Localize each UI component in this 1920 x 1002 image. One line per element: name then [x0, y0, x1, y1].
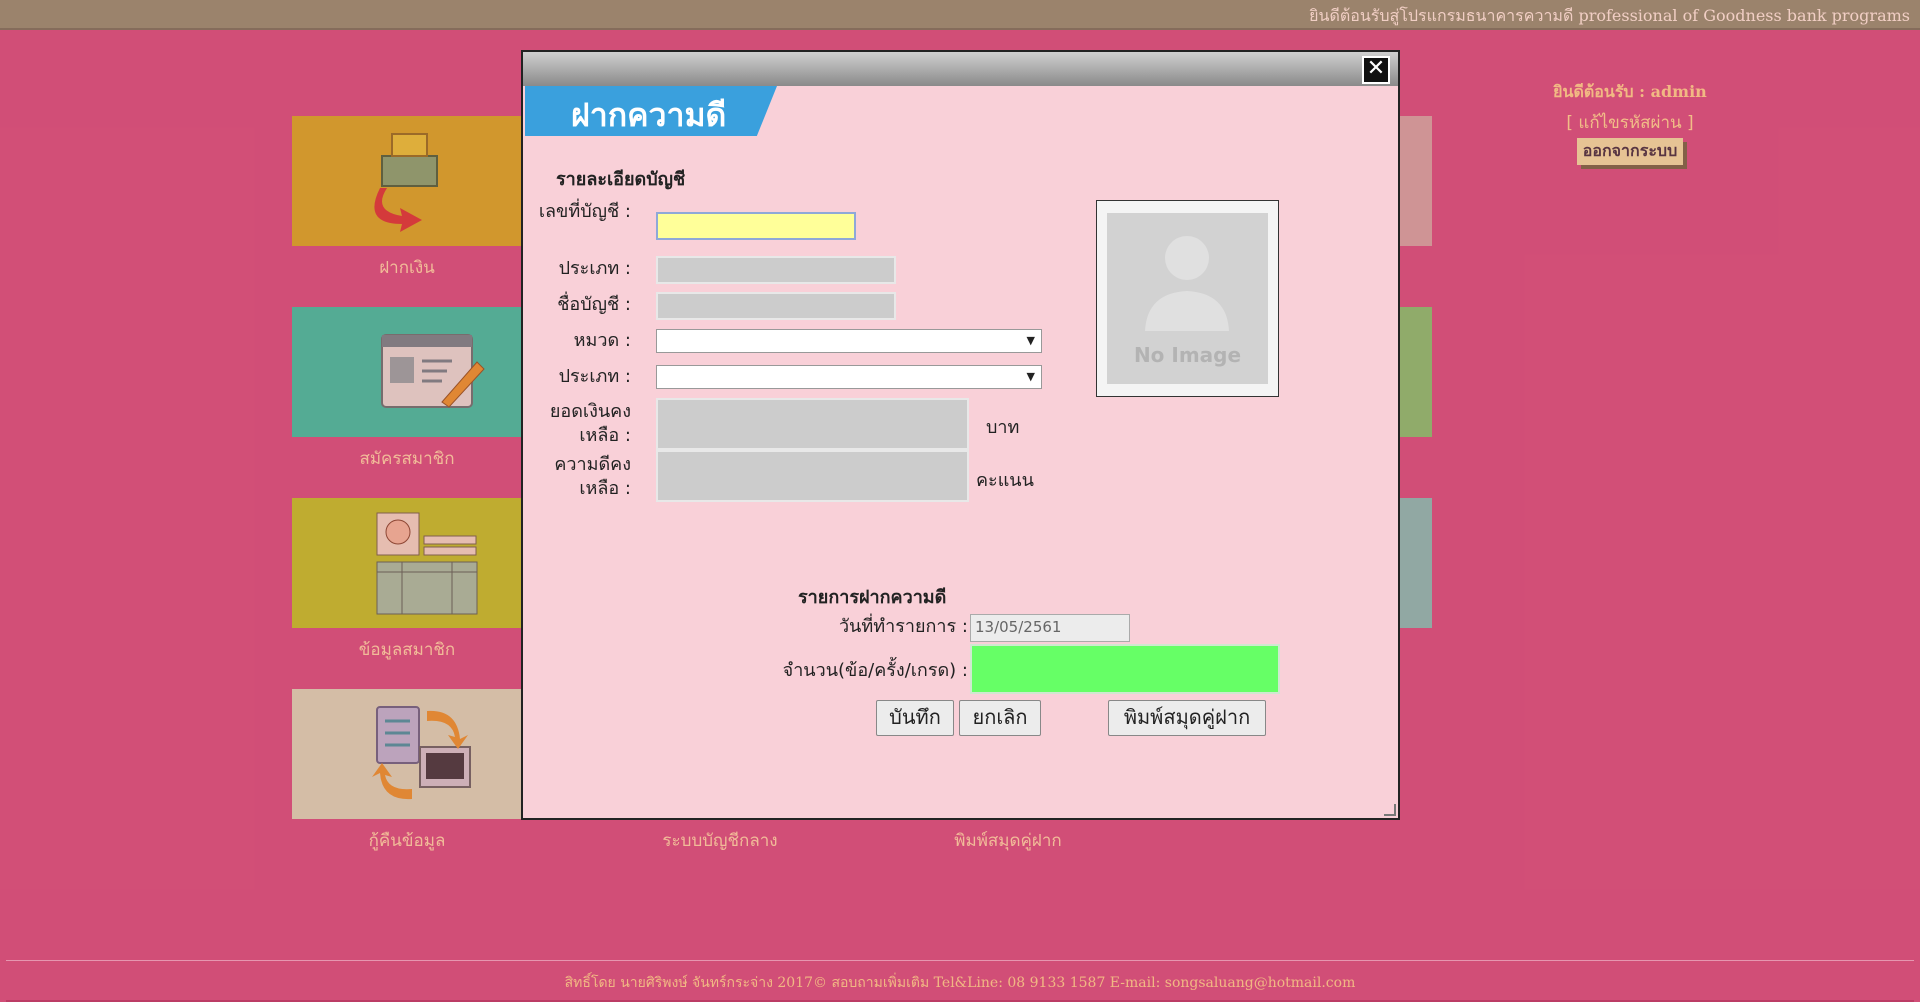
balance-label: ยอดเงินคงเหลือ : — [549, 401, 631, 446]
date-value: 13/05/2561 — [975, 618, 1062, 636]
balance-unit: บาท — [986, 417, 1020, 438]
goodness-balance-label: ความดีคงเหลือ : — [554, 454, 631, 499]
chevron-down-icon: ▼ — [1026, 370, 1035, 383]
amount-label: จำนวน(ข้อ/ครั้ง/เกรด) : — [782, 660, 968, 681]
account-no-label: เลขที่บัญชี : — [538, 201, 631, 222]
account-no-input[interactable] — [656, 212, 856, 240]
type-input — [656, 256, 896, 284]
transaction-heading: รายการฝากความดี — [798, 587, 947, 608]
chevron-down-icon: ▼ — [1026, 334, 1035, 347]
date-input: 13/05/2561 — [970, 614, 1130, 642]
account-details-heading: รายละเอียดบัญชี — [556, 169, 686, 190]
category-label: หมวด : — [573, 330, 631, 351]
person-icon — [1145, 236, 1229, 331]
amount-input[interactable] — [970, 644, 1280, 694]
no-image-text: No Image — [1133, 343, 1242, 367]
account-name-input — [656, 292, 896, 320]
no-image-placeholder: No Image — [1107, 213, 1268, 384]
print-passbook-button[interactable]: พิมพ์สมุดคู่ฝาก — [1108, 700, 1266, 736]
cancel-button[interactable]: ยกเลิก — [959, 700, 1041, 736]
type-label: ประเภท : — [558, 258, 631, 279]
close-icon[interactable]: ✕ — [1362, 56, 1390, 84]
modal-header — [523, 52, 1398, 86]
category-select[interactable]: ▼ — [656, 329, 1042, 353]
goodness-unit: คะแนน — [976, 470, 1034, 491]
type-select[interactable]: ▼ — [656, 365, 1042, 389]
member-photo: No Image — [1096, 200, 1279, 397]
account-name-label: ชื่อบัญชี : — [557, 294, 631, 315]
save-button[interactable]: บันทึก — [876, 700, 954, 736]
deposit-goodness-modal: ✕ ฝากความดี รายละเอียดบัญชี เลขที่บัญชี … — [521, 50, 1400, 820]
date-label: วันที่ทำรายการ : — [838, 616, 968, 637]
goodness-balance-input — [656, 450, 969, 502]
resize-handle[interactable] — [1384, 804, 1396, 816]
modal-title-tab: ฝากความดี — [525, 86, 777, 136]
balance-input — [656, 398, 969, 450]
type2-label: ประเภท : — [558, 366, 631, 387]
modal-title: ฝากความดี — [571, 96, 727, 134]
